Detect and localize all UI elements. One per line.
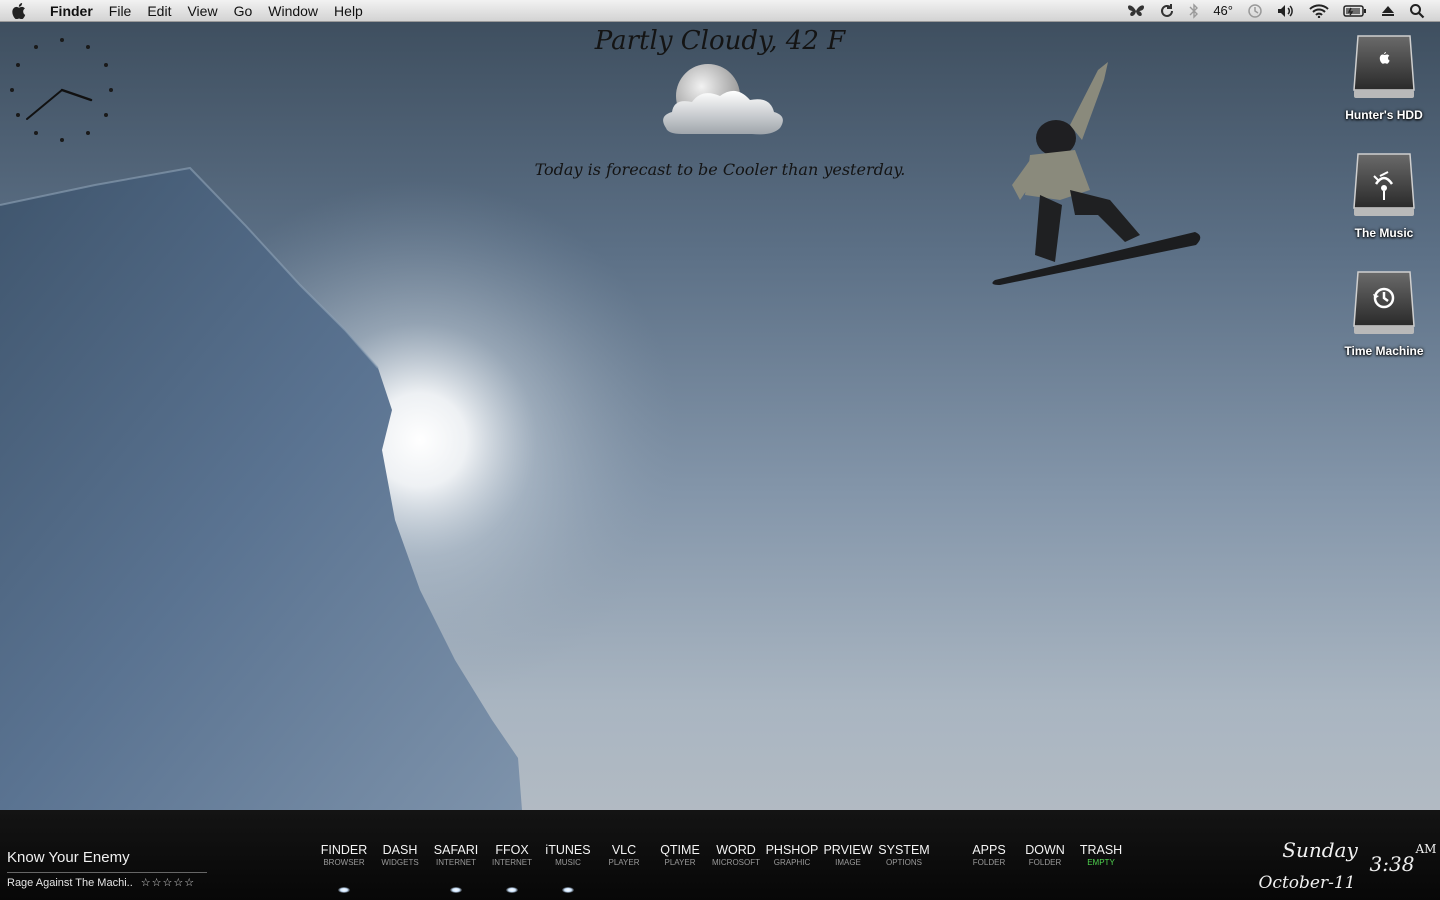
dock-item-sublabel: IMAGE	[835, 858, 861, 867]
running-indicator	[506, 887, 518, 893]
now-playing-widget[interactable]: Know Your Enemy Rage Against The Machi..…	[7, 849, 212, 889]
dock-item-label: DOWN	[1025, 843, 1065, 857]
dock-item-label: iTUNES	[545, 843, 591, 857]
dock-item-sublabel: FOLDER	[1028, 858, 1062, 867]
clock-time: 3:38	[1369, 852, 1415, 876]
drive-hunters-hdd[interactable]: Hunter's HDD	[1334, 32, 1434, 122]
dock-item-label: DASH	[382, 843, 418, 857]
bluetooth-icon[interactable]	[1182, 0, 1206, 22]
dock-item-sublabel: INTERNET	[492, 858, 532, 867]
menu-help[interactable]: Help	[326, 0, 371, 22]
dock-item-prview[interactable]: PRVIEW IMAGE	[817, 843, 879, 867]
eject-icon[interactable]	[1374, 0, 1402, 22]
dock-item-trash[interactable]: TRASH EMPTY	[1070, 843, 1132, 867]
dock-item-system[interactable]: SYSTEM OPTIONS	[873, 843, 935, 867]
weather-forecast: Today is forecast to be Cooler than yest…	[534, 160, 906, 179]
firewire-drive-icon	[1353, 153, 1415, 216]
drive-label: Time Machine	[1344, 344, 1424, 358]
dock-item-label: QTIME	[660, 843, 700, 857]
menu-file[interactable]: File	[101, 0, 140, 22]
dock-item-label: TRASH	[1079, 843, 1123, 857]
wifi-icon[interactable]	[1302, 0, 1336, 22]
temperature-status[interactable]: 46°	[1206, 0, 1240, 22]
now-playing-divider	[7, 872, 207, 873]
dock-item-label: FFOX	[495, 843, 529, 857]
butterfly-status-icon[interactable]	[1120, 0, 1152, 22]
dock-item-sublabel: PLAYER	[664, 858, 696, 867]
dock-item-label: PHSHOP	[765, 843, 819, 857]
volume-icon[interactable]	[1270, 0, 1302, 22]
dock-item-label: APPS	[972, 843, 1006, 857]
menu-view[interactable]: View	[179, 0, 225, 22]
drive-label: The Music	[1354, 226, 1414, 240]
dock-item-label: SYSTEM	[878, 843, 930, 857]
battery-icon[interactable]	[1336, 0, 1374, 22]
drive-label: Hunter's HDD	[1345, 108, 1423, 122]
menu-go[interactable]: Go	[226, 0, 261, 22]
dock-item-label: PRVIEW	[823, 843, 873, 857]
dock-item-sublabel: BROWSER	[323, 858, 365, 867]
running-indicator	[562, 887, 574, 893]
spotlight-search-icon[interactable]	[1402, 0, 1432, 22]
dock-item-sublabel: MUSIC	[555, 858, 581, 867]
partly-cloudy-moon-icon	[652, 62, 792, 144]
clock-hour-hand	[60, 88, 93, 102]
clock-minute-hand	[26, 89, 63, 120]
dock-item-itunes[interactable]: iTUNES MUSIC	[537, 843, 599, 893]
dock-item-down[interactable]: DOWN FOLDER	[1014, 843, 1076, 867]
dock-item-qtime[interactable]: QTIME PLAYER	[649, 843, 711, 867]
dock-item-finder[interactable]: FINDER BROWSER	[313, 843, 375, 893]
dock-bar: Know Your Enemy Rage Against The Machi..…	[0, 810, 1440, 900]
dock-item-sublabel: WIDGETS	[381, 858, 419, 867]
track-rating-stars[interactable]: ☆☆☆☆☆	[141, 876, 195, 889]
menu-bar: Finder File Edit View Go Window Help 46°	[0, 0, 1440, 22]
dock-item-safari[interactable]: SAFARI INTERNET	[425, 843, 487, 893]
clock-ampm: AM	[1415, 842, 1437, 856]
dock-item-sublabel: PLAYER	[608, 858, 640, 867]
apple-hdd-icon	[1353, 35, 1415, 98]
apple-menu-icon[interactable]	[0, 2, 38, 19]
dock-item-label: VLC	[611, 843, 637, 857]
dock-item-ffox[interactable]: FFOX INTERNET	[481, 843, 543, 893]
dock-item-sublabel: FOLDER	[972, 858, 1006, 867]
analog-clock-widget[interactable]	[7, 33, 117, 148]
dock-item-sublabel: OPTIONS	[885, 858, 922, 867]
menu-window[interactable]: Window	[260, 0, 326, 22]
dock-item-sublabel: GRAPHIC	[773, 858, 811, 867]
dock-item-sublabel: INTERNET	[436, 858, 476, 867]
running-indicator	[450, 887, 462, 893]
day-of-week: Sunday	[1282, 838, 1358, 862]
menu-edit[interactable]: Edit	[139, 0, 179, 22]
running-indicator	[338, 887, 350, 893]
dock-item-dash[interactable]: DASH WIDGETS	[369, 843, 431, 867]
dock-item-label: SAFARI	[433, 843, 479, 857]
dock-item-phshop[interactable]: PHSHOP GRAPHIC	[761, 843, 823, 867]
calendar-date: October-11	[1258, 873, 1356, 893]
dock-item-apps[interactable]: APPS FOLDER	[958, 843, 1020, 867]
sync-icon[interactable]	[1152, 0, 1182, 22]
trash-status: EMPTY	[1087, 858, 1115, 867]
dock-item-label: FINDER	[320, 843, 368, 857]
time-machine-drive-icon	[1353, 271, 1415, 334]
dock-item-word[interactable]: WORD MICROSOFT	[705, 843, 767, 867]
drive-time-machine[interactable]: Time Machine	[1334, 268, 1434, 358]
weather-condition: Partly Cloudy, 42 F	[594, 26, 846, 56]
drive-the-music[interactable]: The Music	[1334, 150, 1434, 240]
dock-item-sublabel: MICROSOFT	[712, 858, 760, 867]
now-playing-artist: Rage Against The Machi..	[7, 876, 133, 889]
now-playing-track: Know Your Enemy	[7, 849, 130, 866]
time-machine-status-icon[interactable]	[1240, 0, 1270, 22]
dock-item-vlc[interactable]: VLC PLAYER	[593, 843, 655, 867]
app-menu-finder[interactable]: Finder	[38, 0, 101, 22]
dock-item-label: WORD	[716, 843, 756, 857]
